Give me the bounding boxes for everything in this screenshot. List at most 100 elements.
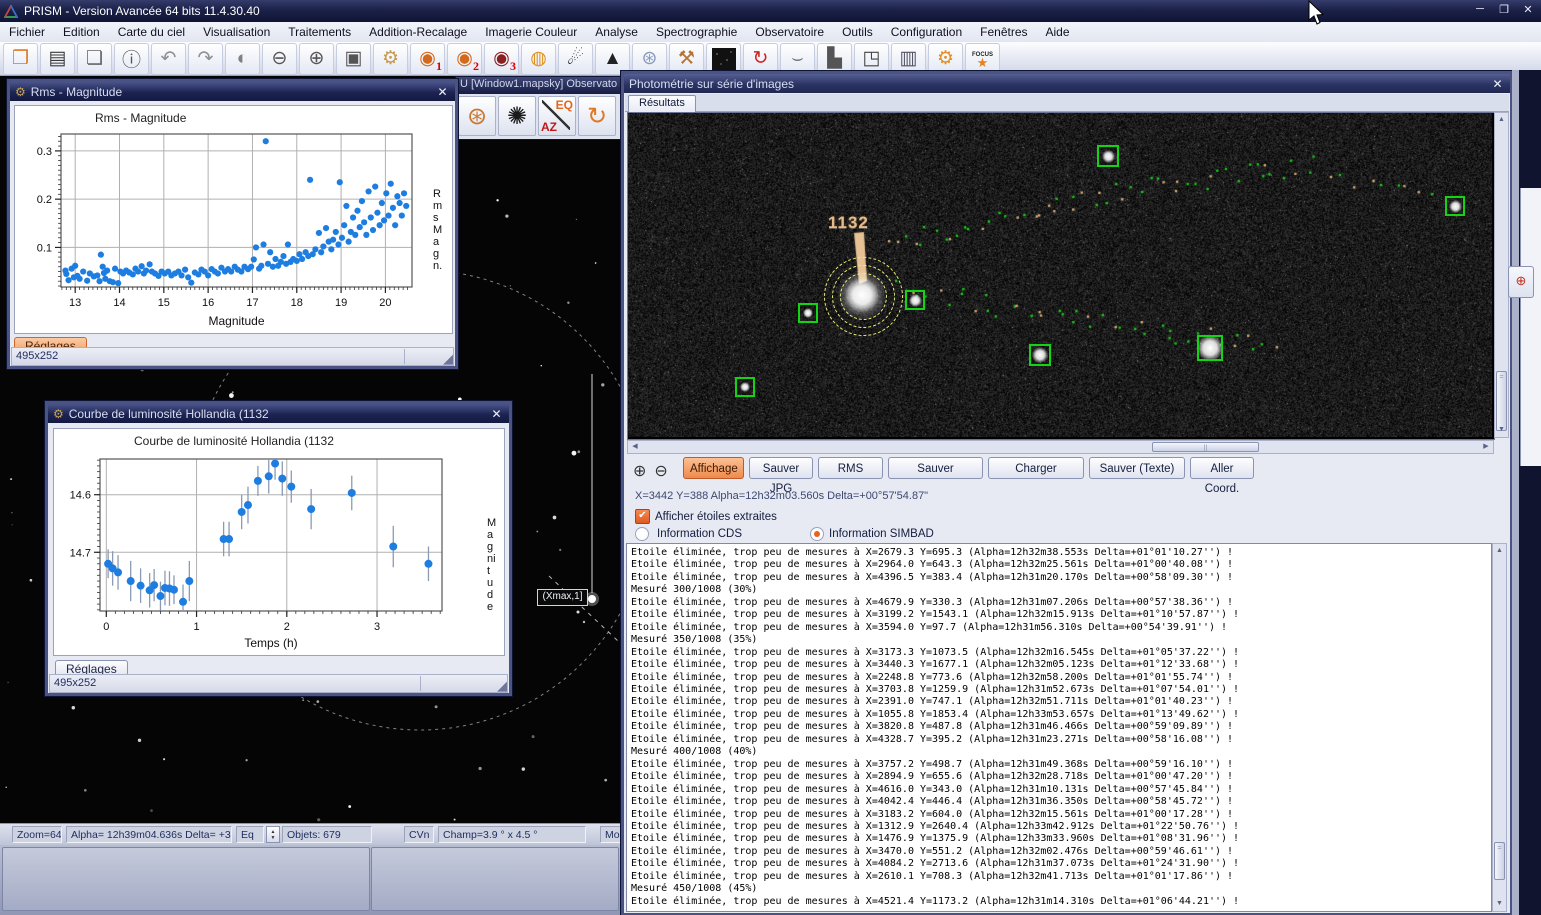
information-cds-radio[interactable] (635, 527, 649, 541)
button-charger[interactable]: Charger (988, 457, 1084, 479)
rms-window-title-bar[interactable]: ⚙ Rms - Magnitude ✕ (10, 82, 455, 101)
button-sauver-texte-[interactable]: Sauver (Texte) (1089, 457, 1185, 479)
open-image-icon[interactable]: ❒ (3, 43, 38, 75)
log-vertical-scrollbar[interactable]: ▲ = ▼ (1492, 543, 1507, 912)
image-horizontal-scrollbar[interactable]: ◀ || ▶ (627, 440, 1494, 454)
menu-item-observatoire[interactable]: Observatoire (746, 23, 833, 42)
information-source-radios: Information CDS Information SIMBAD (635, 527, 934, 541)
camera-1-icon[interactable]: ◉1 (410, 43, 445, 75)
scrollbar-thumb[interactable]: = (1496, 371, 1507, 431)
info-icon[interactable]: ⓘ (114, 43, 149, 75)
show-extracted-stars-checkbox[interactable]: ✔ (635, 509, 650, 524)
zoom-out-icon[interactable]: ⊖ (262, 43, 297, 75)
menu-item-aide[interactable]: Aide (1037, 23, 1079, 42)
rotate-view-icon[interactable]: ↻ (578, 96, 616, 136)
magnifier-button[interactable]: ⊕ (1508, 266, 1534, 298)
maximize-icon[interactable]: ❐ (1497, 3, 1511, 16)
menu-item-carte-du-ciel[interactable]: Carte du ciel (109, 23, 194, 42)
extracted-star-marker[interactable] (1097, 145, 1119, 167)
status-field: Champ=3.9 ° x 4.5 ° (438, 826, 586, 843)
menu-item-configuration[interactable]: Configuration (882, 23, 971, 42)
button-rms[interactable]: RMS (818, 457, 883, 479)
menu-item-fichier[interactable]: Fichier (0, 23, 54, 42)
extracted-star-marker[interactable] (798, 303, 818, 323)
bottom-panel (0, 845, 621, 915)
radio-simbad-label: Information SIMBAD (829, 528, 934, 540)
photometry-window-title-bar[interactable]: Photométrie sur série d'images ✕ (624, 74, 1510, 93)
extracted-star-marker[interactable] (735, 377, 755, 397)
close-icon[interactable]: ✕ (489, 407, 504, 421)
extracted-star-marker[interactable] (1029, 344, 1051, 366)
lightcurve-window-title: Courbe de luminosité Hollandia (1132 (69, 407, 269, 421)
zoom-in-icon[interactable]: ⊕ (633, 461, 646, 481)
motor-focus-icon[interactable]: ◍ (521, 43, 556, 75)
scroll-right-icon[interactable]: ▶ (1480, 441, 1492, 452)
menu-item-spectrographie[interactable]: Spectrographie (647, 23, 746, 42)
solar-system-icon[interactable]: ⊛ (458, 96, 496, 136)
log-line: Etoile éliminée, trop peu de mesures à X… (631, 821, 1491, 833)
menu-item-addition-recalage[interactable]: Addition-Recalage (360, 23, 476, 42)
close-icon[interactable]: ✕ (1521, 3, 1535, 16)
scroll-up-icon[interactable]: ▲ (1493, 545, 1506, 557)
status-zoom: Zoom=64 (12, 826, 62, 843)
image-vertical-scrollbar[interactable]: ▲ = ▼ (1494, 112, 1509, 438)
magnify-image-icon[interactable]: ▣ (336, 43, 371, 75)
tab-resultats[interactable]: Résultats (628, 95, 696, 112)
button-sauver[interactable]: Sauver (888, 457, 983, 479)
svg-text:0.3: 0.3 (37, 146, 52, 158)
log-line: Etoile éliminée, trop peu de mesures à X… (631, 846, 1491, 858)
log-line: Etoile éliminée, trop peu de mesures à X… (631, 659, 1491, 671)
menu-item-edition[interactable]: Edition (54, 23, 109, 42)
scroll-left-icon[interactable]: ◀ (629, 441, 641, 452)
camera-3-icon[interactable]: ◉3 (484, 43, 519, 75)
photometry-image-view[interactable]: 1132 (627, 112, 1495, 440)
eq-az-toggle-icon[interactable]: EQAZ (538, 96, 576, 136)
menu-item-visualisation[interactable]: Visualisation (194, 23, 279, 42)
camera-2-icon[interactable]: ◉2 (447, 43, 482, 75)
scroll-up-icon[interactable]: ▲ (1495, 114, 1508, 126)
zoom-out-icon[interactable]: ⊖ (654, 461, 667, 481)
minimize-icon[interactable]: ─ (1473, 3, 1487, 16)
save-image-icon[interactable]: ▤ (40, 43, 75, 75)
center-view-icon[interactable]: ✺ (498, 96, 536, 136)
log-line: Mesuré 450/1008 (45%) (631, 883, 1491, 895)
contrast-icon[interactable]: ◐ (225, 43, 260, 75)
extracted-star-marker[interactable] (1197, 335, 1223, 361)
extracted-star-marker[interactable] (905, 290, 925, 310)
button-aller-coord-[interactable]: Aller Coord. (1190, 457, 1254, 479)
menu-item-imagerie-couleur[interactable]: Imagerie Couleur (476, 23, 586, 42)
svg-text:Temps (h): Temps (h) (244, 636, 297, 650)
resize-grip-icon[interactable]: ◢ (497, 679, 507, 692)
close-icon[interactable]: ✕ (1490, 77, 1505, 91)
menu-item-analyse[interactable]: Analyse (586, 23, 647, 42)
resize-grip-icon[interactable]: ◢ (443, 352, 453, 365)
close-icon[interactable]: ✕ (435, 85, 450, 99)
button-sauver-jpg[interactable]: Sauver JPG (749, 457, 813, 479)
eq-frame-spinner[interactable]: ▲▼ (266, 826, 280, 843)
gear-icon: ⚙ (53, 407, 64, 421)
scroll-down-icon[interactable]: ▼ (1495, 424, 1508, 436)
gear-icon[interactable]: ⚙ (373, 43, 408, 75)
gear-icon: ⚙ (15, 85, 26, 99)
menu-item-traitements[interactable]: Traitements (279, 23, 360, 42)
scrollbar-thumb[interactable]: || (1152, 442, 1259, 452)
svg-text:Courbe de luminosité Hollandia: Courbe de luminosité Hollandia (1132 (134, 434, 334, 448)
lightcurve-window-title-bar[interactable]: ⚙ Courbe de luminosité Hollandia (1132 ✕ (48, 404, 509, 423)
log-line: Etoile éliminée, trop peu de mesures à X… (631, 796, 1491, 808)
status-frame[interactable]: Eq (236, 826, 264, 843)
menu-item-fen-tres[interactable]: Fenêtres (971, 23, 1036, 42)
zoom-in-icon[interactable]: ⊕ (299, 43, 334, 75)
undo-icon[interactable]: ↶ (151, 43, 186, 75)
menu-item-outils[interactable]: Outils (833, 23, 882, 42)
measurement-log[interactable]: Etoile éliminée, trop peu de mesures à X… (626, 543, 1492, 912)
svg-text:2: 2 (284, 621, 290, 633)
information-simbad-radio[interactable] (810, 527, 824, 541)
telescope-icon[interactable]: ☄ (558, 43, 593, 75)
extracted-star-marker[interactable] (1445, 196, 1465, 216)
scrollbar-thumb[interactable]: = (1494, 842, 1505, 880)
copy-image-icon[interactable]: ❏ (77, 43, 112, 75)
button-affichage[interactable]: Affichage (683, 457, 744, 479)
redo-icon[interactable]: ↷ (188, 43, 223, 75)
skymap-toolbar: ⊛ ✺ EQAZ ↻ (456, 94, 622, 138)
scroll-down-icon[interactable]: ▼ (1493, 898, 1506, 910)
